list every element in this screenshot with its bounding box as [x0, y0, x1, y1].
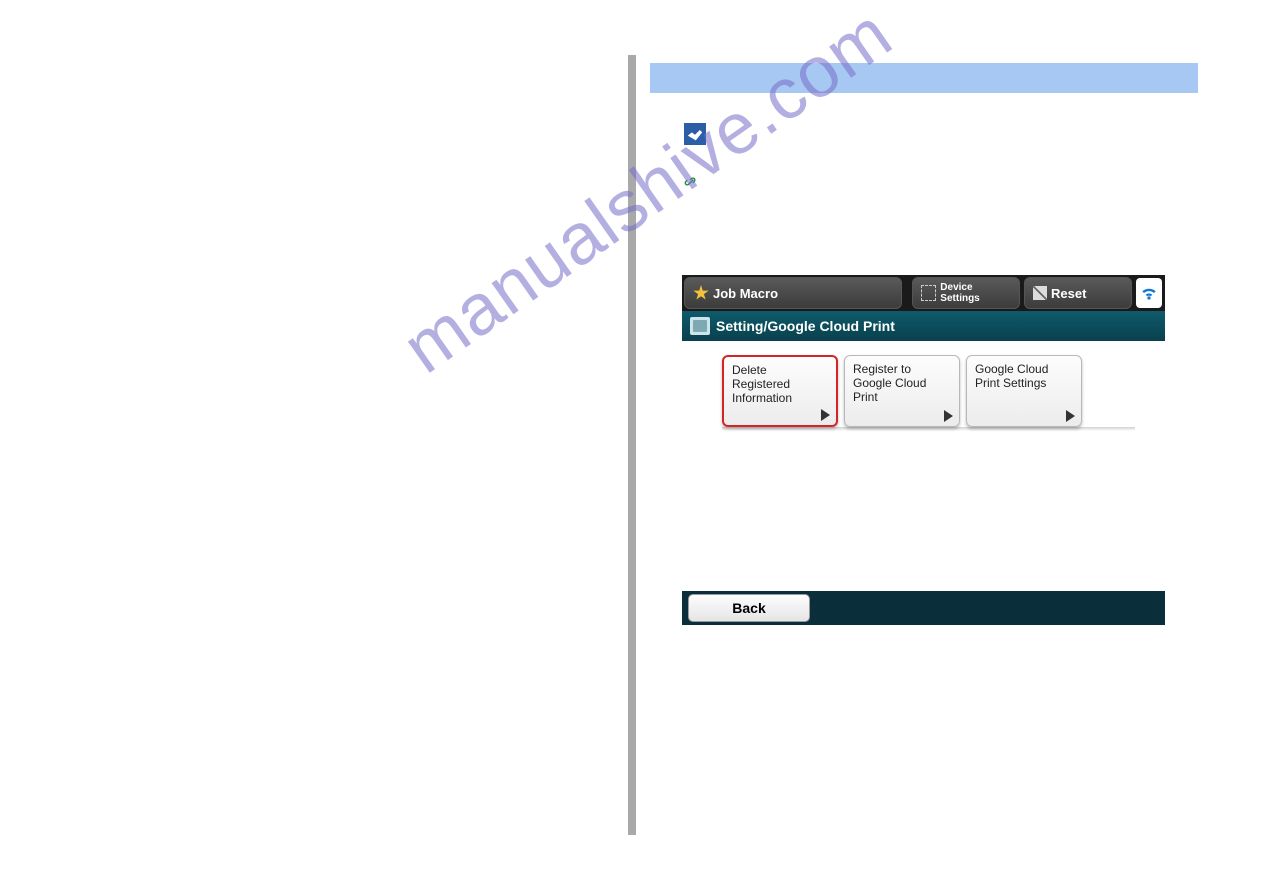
row-shadow	[722, 427, 1135, 431]
screenshot-bottombar: Back	[682, 591, 1165, 625]
option-gcp-settings[interactable]: Google Cloud Print Settings	[966, 355, 1082, 427]
option-register-gcp[interactable]: Register to Google Cloud Print	[844, 355, 960, 427]
option-delete-registered[interactable]: Delete Registered Information	[722, 355, 838, 427]
back-button[interactable]: Back	[688, 594, 810, 622]
folder-icon	[690, 317, 710, 335]
reset-label: Reset	[1051, 286, 1086, 301]
breadcrumb-text: Setting/Google Cloud Print	[716, 318, 895, 334]
option-label: Google Cloud Print Settings	[975, 362, 1048, 390]
device-settings-icon	[921, 285, 936, 301]
chevron-right-icon	[821, 409, 830, 421]
chevron-right-icon	[1066, 410, 1075, 422]
device-screenshot: Job Macro Device Settings Reset Setting/…	[682, 275, 1165, 625]
column-divider	[628, 55, 636, 835]
job-macro-label: Job Macro	[713, 286, 778, 301]
reset-button[interactable]: Reset	[1024, 277, 1132, 309]
option-label: Delete Registered Information	[732, 363, 792, 405]
star-icon	[693, 285, 709, 301]
memo-icon	[684, 123, 706, 145]
wifi-indicator[interactable]	[1136, 278, 1162, 308]
option-label: Register to Google Cloud Print	[853, 362, 926, 404]
screenshot-body: Delete Registered Information Register t…	[682, 341, 1165, 521]
link-icon	[684, 174, 700, 190]
chevron-right-icon	[944, 410, 953, 422]
job-macro-button[interactable]: Job Macro	[684, 277, 902, 309]
left-column	[0, 55, 628, 835]
right-column: Job Macro Device Settings Reset Setting/…	[650, 55, 1210, 625]
reset-icon	[1033, 286, 1047, 300]
back-label: Back	[732, 600, 765, 616]
section-heading-bar	[650, 63, 1198, 93]
device-settings-label: Device Settings	[940, 282, 1011, 304]
link-block	[684, 173, 1210, 191]
device-settings-button[interactable]: Device Settings	[912, 277, 1020, 309]
options-row: Delete Registered Information Register t…	[682, 341, 1165, 427]
wifi-icon	[1139, 283, 1159, 303]
breadcrumb-bar: Setting/Google Cloud Print	[682, 311, 1165, 341]
memo-block	[684, 123, 1210, 145]
screenshot-topbar: Job Macro Device Settings Reset	[682, 275, 1165, 311]
